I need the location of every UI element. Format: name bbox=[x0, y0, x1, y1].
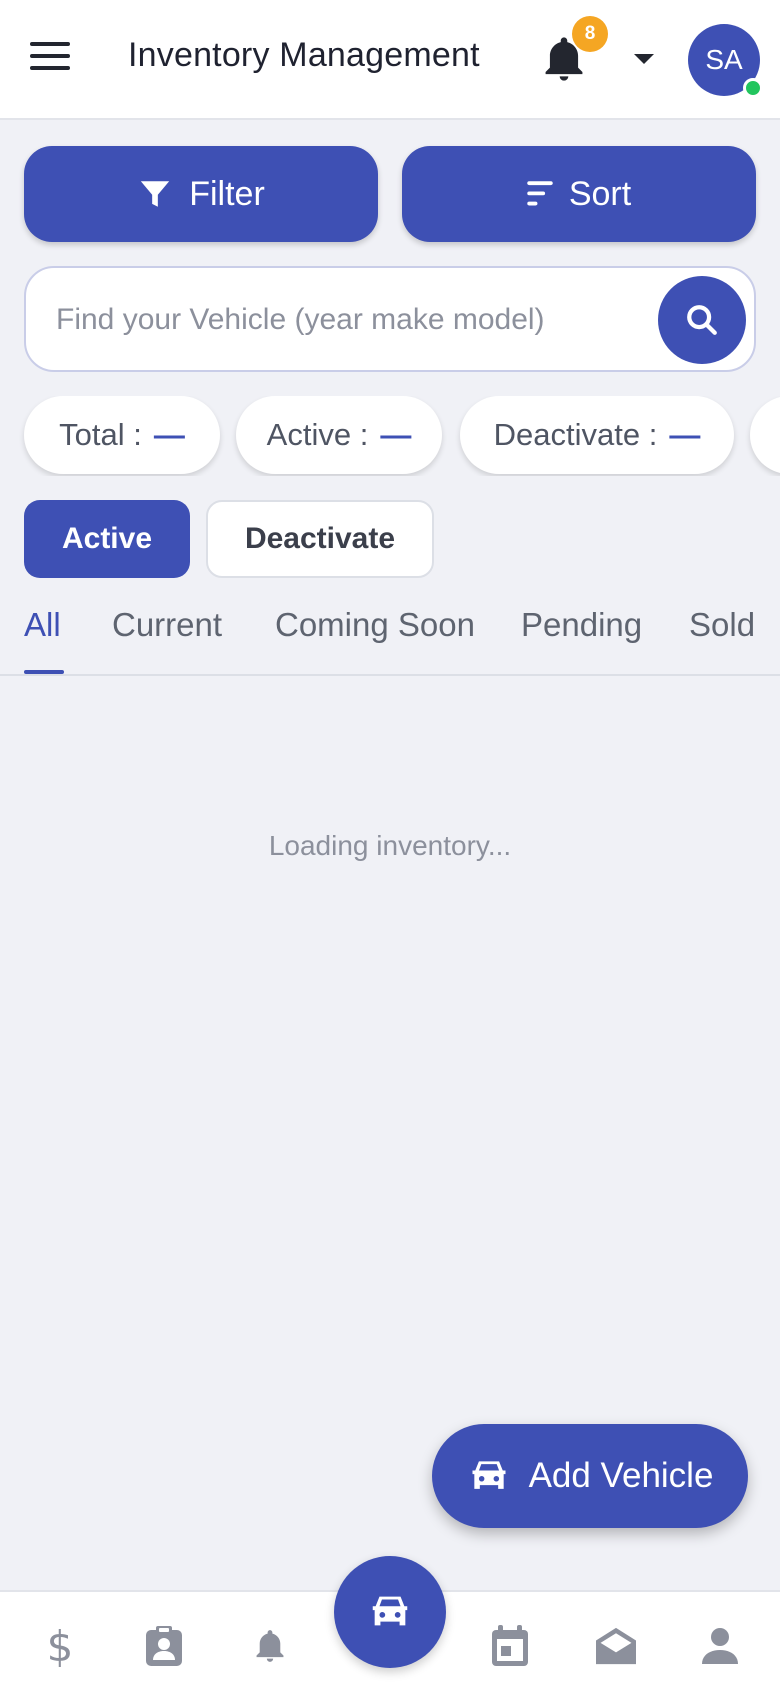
tab-current[interactable]: Current bbox=[112, 606, 222, 644]
nav-inventory[interactable] bbox=[334, 1556, 446, 1668]
online-status-dot bbox=[743, 78, 763, 98]
page-title: Inventory Management bbox=[128, 36, 480, 74]
app-header: Inventory Management 8 SA bbox=[0, 0, 780, 120]
tab-all[interactable]: All bbox=[24, 606, 61, 644]
add-vehicle-label: Add Vehicle bbox=[528, 1456, 714, 1495]
search-icon bbox=[687, 305, 717, 335]
stat-chip-active[interactable]: Active : — bbox=[236, 396, 442, 474]
filter-label: Filter bbox=[189, 174, 265, 213]
sort-button[interactable]: Sort bbox=[402, 146, 756, 242]
status-tabs: All Current Coming Soon Pending Sold bbox=[0, 584, 780, 676]
stat-chip-deactivate[interactable]: Deactivate : — bbox=[460, 396, 734, 474]
sort-icon bbox=[527, 181, 553, 206]
stat-chip-more[interactable] bbox=[750, 396, 780, 474]
add-vehicle-button[interactable]: Add Vehicle bbox=[432, 1424, 748, 1528]
search-bar bbox=[24, 266, 756, 372]
search-input[interactable] bbox=[56, 292, 656, 348]
nav-messages[interactable] bbox=[592, 1622, 640, 1670]
contact-badge-icon bbox=[146, 1626, 182, 1666]
toggle-active[interactable]: Active bbox=[24, 500, 190, 578]
car-icon bbox=[472, 1461, 506, 1489]
nav-deals[interactable]: $ bbox=[36, 1621, 84, 1671]
stat-label: Total : bbox=[59, 417, 142, 452]
nav-notifications[interactable] bbox=[246, 1622, 294, 1670]
stat-value: — bbox=[153, 417, 185, 452]
filter-icon bbox=[141, 181, 170, 207]
stat-label: Active : bbox=[266, 417, 369, 452]
filter-button[interactable]: Filter bbox=[24, 146, 378, 242]
search-button[interactable] bbox=[658, 276, 746, 364]
stat-value: — bbox=[380, 417, 412, 452]
nav-contacts[interactable] bbox=[140, 1622, 188, 1670]
nav-calendar[interactable] bbox=[486, 1622, 534, 1670]
car-icon bbox=[372, 1596, 408, 1626]
mail-open-icon bbox=[596, 1627, 636, 1665]
loading-message: Loading inventory... bbox=[268, 830, 512, 861]
calendar-icon bbox=[492, 1625, 528, 1666]
tab-pending[interactable]: Pending bbox=[521, 606, 642, 644]
dollar-icon: $ bbox=[46, 1621, 74, 1671]
sort-label: Sort bbox=[568, 174, 632, 213]
bell-icon bbox=[256, 1630, 284, 1662]
caret-down-icon[interactable] bbox=[634, 54, 654, 64]
toggle-deactivate[interactable]: Deactivate bbox=[206, 500, 434, 578]
tab-active-indicator bbox=[24, 670, 64, 674]
tab-sold[interactable]: Sold bbox=[689, 606, 755, 644]
stat-value: — bbox=[669, 417, 701, 452]
stat-chip-total[interactable]: Total : — bbox=[24, 396, 220, 474]
tab-coming-soon[interactable]: Coming Soon bbox=[275, 606, 475, 644]
stat-label: Deactivate : bbox=[493, 417, 658, 452]
nav-profile[interactable] bbox=[696, 1622, 744, 1670]
stats-row: Total : — Active : — Deactivate : — bbox=[0, 396, 780, 476]
menu-icon[interactable] bbox=[30, 42, 70, 74]
person-icon bbox=[702, 1628, 738, 1664]
notification-badge: 8 bbox=[572, 16, 608, 52]
